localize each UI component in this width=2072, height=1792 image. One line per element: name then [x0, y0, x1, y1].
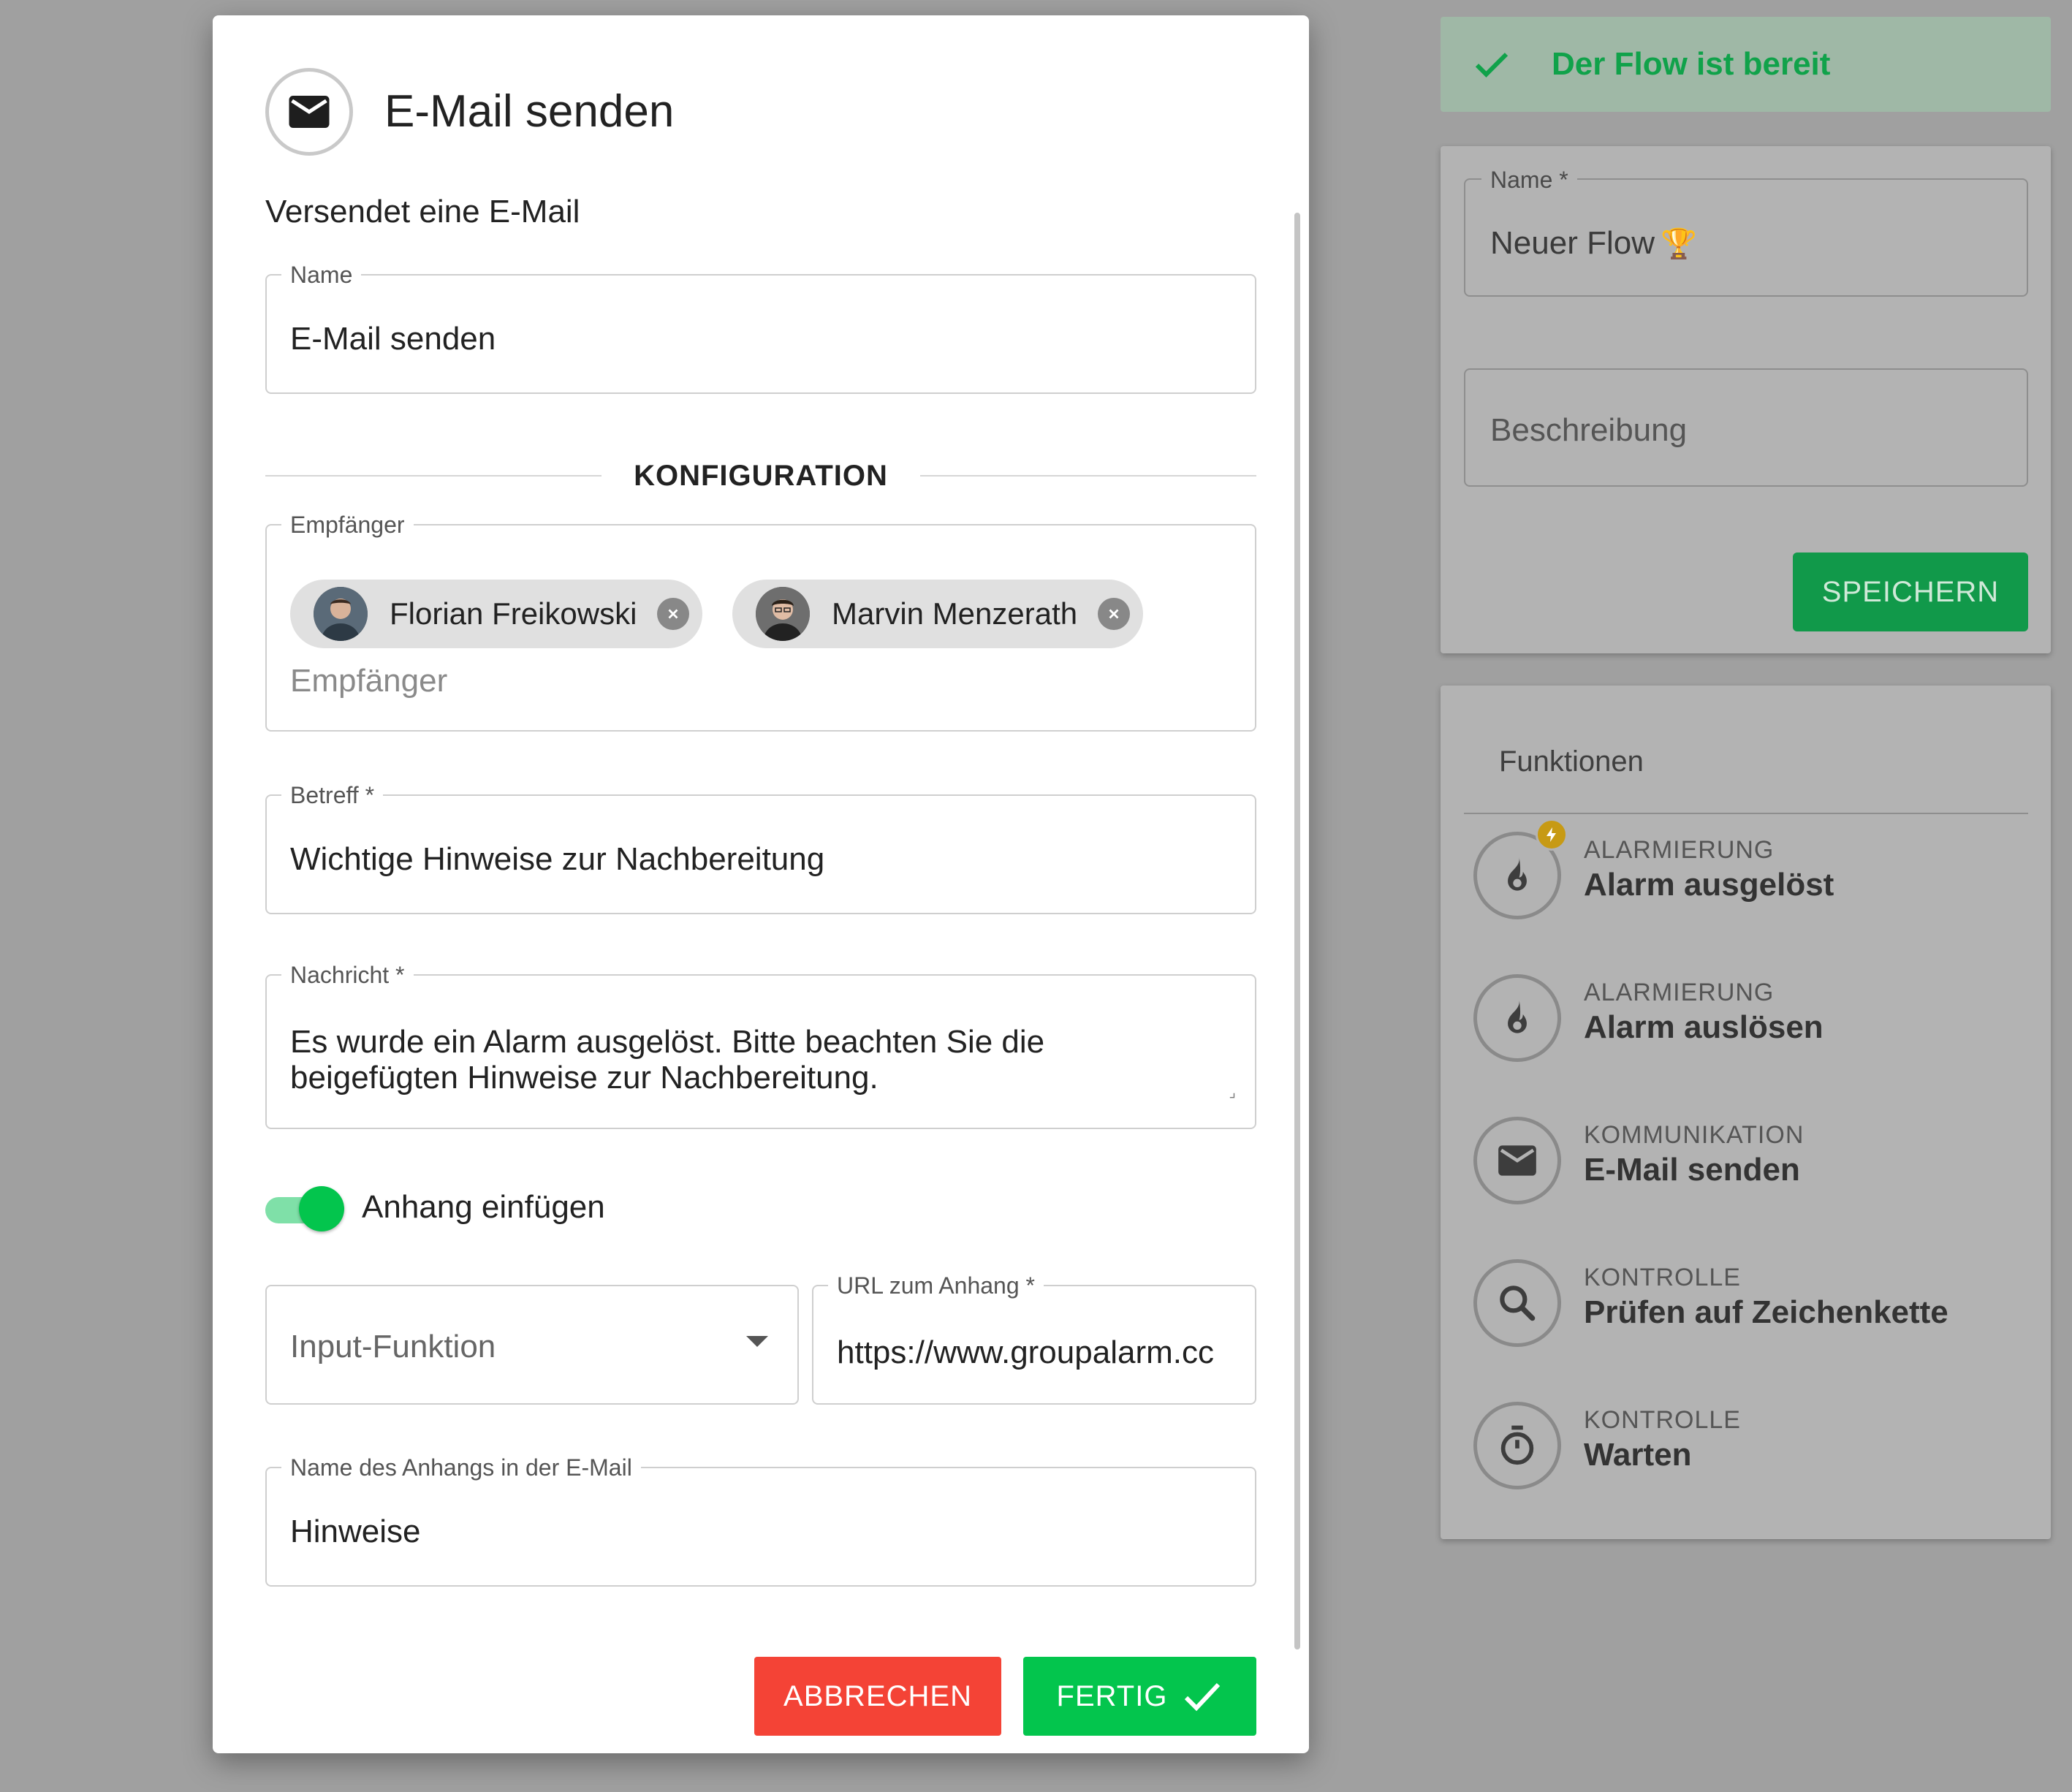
trophy-icon: 🏆	[1660, 228, 1697, 260]
recipients-field[interactable]: Empfänger Florian Freikowski Marvin Menz…	[265, 512, 1256, 732]
flow-form-panel: Name * Neuer Flow 🏆 Beschreibung SPEICHER…	[1441, 146, 2051, 653]
function-category: KONTROLLE	[1584, 1406, 1741, 1434]
attachment-toggle-label: Anhang einfügen	[362, 1189, 605, 1225]
flame-icon	[1473, 974, 1561, 1062]
function-item-alarm-triggered[interactable]: ALARMIERUNG Alarm ausgelöst	[1473, 819, 2014, 924]
input-function-placeholder: Input-Funktion	[290, 1329, 496, 1364]
check-icon	[1185, 1682, 1221, 1712]
done-button[interactable]: FERTIG	[1023, 1657, 1256, 1736]
subject-value: Wichtige Hinweise zur Nachbereitung	[290, 841, 825, 877]
resize-grip-icon[interactable]: ⌟	[1229, 1083, 1236, 1101]
cancel-button-label: ABBRECHEN	[783, 1679, 972, 1712]
avatar	[756, 587, 810, 641]
attachment-url-field[interactable]: URL zum Anhang * https://www.groupalarm.…	[812, 1272, 1256, 1405]
message-line-1: Es wurde ein Alarm ausgelöst. Bitte beac…	[290, 1024, 1045, 1060]
attachment-name-value: Hinweise	[290, 1514, 421, 1549]
save-button[interactable]: SPEICHERN	[1793, 553, 2028, 631]
recipients-label: Empfänger	[281, 512, 414, 539]
dropdown-arrow-icon	[746, 1336, 768, 1347]
recipient-name: Marvin Menzerath	[832, 596, 1078, 631]
input-function-select[interactable]: Input-Funktion	[265, 1285, 799, 1405]
name-field-label: Name	[281, 262, 362, 289]
subject-label: Betreff *	[281, 782, 384, 809]
message-field[interactable]: Nachricht * Es wurde ein Alarm ausgelöst…	[265, 962, 1256, 1129]
recipient-chip[interactable]: Florian Freikowski	[290, 580, 703, 648]
function-category: ALARMIERUNG	[1584, 979, 1775, 1006]
attachment-url-label: URL zum Anhang *	[828, 1272, 1044, 1299]
timer-icon	[1473, 1402, 1561, 1489]
toast-text: Der Flow ist bereit	[1552, 46, 1831, 82]
section-divider-left	[265, 475, 602, 477]
flow-name-label: Name *	[1481, 167, 1577, 194]
toggle-knob	[299, 1186, 344, 1231]
function-name: E-Mail senden	[1584, 1152, 1800, 1188]
recipient-chip[interactable]: Marvin Menzerath	[732, 580, 1144, 648]
functions-panel: Funktionen ALARMIERUNG Alarm ausgelöst A…	[1441, 686, 2051, 1539]
dialog-title: E-Mail senden	[384, 86, 675, 137]
section-divider-right	[919, 475, 1257, 477]
recipient-name: Florian Freikowski	[390, 596, 637, 631]
bolt-icon	[1536, 819, 1568, 851]
flow-name-value: Neuer Flow 🏆	[1490, 225, 1697, 261]
mail-icon	[1473, 1117, 1561, 1204]
remove-chip-icon[interactable]	[1098, 598, 1131, 630]
section-title: KONFIGURATION	[634, 459, 888, 492]
function-category: KONTROLLE	[1584, 1264, 1741, 1291]
function-item-send-email[interactable]: KOMMUNIKATION E-Mail senden	[1473, 1114, 2014, 1209]
remove-chip-icon[interactable]	[657, 598, 690, 630]
function-name: Alarm auslösen	[1584, 1009, 1824, 1045]
flow-description-field[interactable]: Beschreibung	[1464, 368, 2028, 487]
cancel-button[interactable]: ABBRECHEN	[754, 1657, 1001, 1736]
functions-title: Funktionen	[1499, 745, 1644, 778]
function-item-trigger-alarm[interactable]: ALARMIERUNG Alarm auslösen	[1473, 971, 2014, 1066]
message-line-2: beigefügten Hinweise zur Nachbereitung.	[290, 1060, 878, 1096]
name-field[interactable]: Name E-Mail senden	[265, 262, 1256, 394]
message-label: Nachricht *	[281, 962, 414, 989]
attachment-toggle[interactable]	[265, 1185, 346, 1236]
recipients-placeholder: Empfänger	[290, 663, 448, 699]
functions-divider	[1464, 813, 2028, 814]
attachment-name-label: Name des Anhangs in der E-Mail	[281, 1454, 641, 1481]
attachment-url-value: https://www.groupalarm.cc	[837, 1334, 1214, 1370]
flow-name-field[interactable]: Name * Neuer Flow 🏆	[1464, 167, 2028, 297]
configuration-section-heading: KONFIGURATION	[265, 447, 1257, 505]
send-email-dialog: E-Mail senden Versendet eine E-Mail Name…	[213, 15, 1309, 1753]
dialog-description: Versendet eine E-Mail	[265, 194, 580, 229]
function-item-wait[interactable]: KONTROLLE Warten	[1473, 1399, 2014, 1494]
function-name: Warten	[1584, 1437, 1692, 1473]
done-button-label: FERTIG	[1056, 1679, 1168, 1712]
mail-icon	[265, 68, 353, 156]
name-field-value: E-Mail senden	[290, 321, 496, 357]
function-name: Alarm ausgelöst	[1584, 867, 1834, 903]
attachment-name-field[interactable]: Name des Anhangs in der E-Mail Hinweise	[265, 1454, 1256, 1587]
dialog-scrollbar[interactable]	[1294, 213, 1300, 1649]
subject-field[interactable]: Betreff * Wichtige Hinweise zur Nachbere…	[265, 782, 1256, 914]
avatar	[314, 587, 368, 641]
check-icon	[1475, 53, 1509, 77]
function-category: KOMMUNIKATION	[1584, 1121, 1805, 1149]
flow-description-placeholder: Beschreibung	[1490, 412, 1688, 448]
flow-ready-toast: Der Flow ist bereit	[1441, 17, 2051, 112]
function-category: ALARMIERUNG	[1584, 836, 1775, 864]
function-name: Prüfen auf Zeichenkette	[1584, 1294, 1948, 1330]
function-item-check-string[interactable]: KONTROLLE Prüfen auf Zeichenkette	[1473, 1256, 2014, 1351]
search-icon	[1473, 1259, 1561, 1347]
